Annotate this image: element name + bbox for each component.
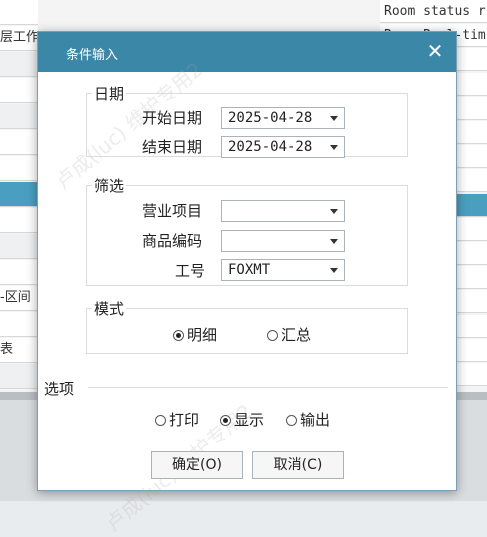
mode-group: [86, 308, 408, 354]
chevron-down-icon: [330, 209, 338, 214]
start-date-label: 开始日期: [142, 109, 203, 127]
radio-unselected-icon: [286, 415, 297, 426]
left-list-item[interactable]: 层工作: [0, 26, 38, 51]
left-list-item[interactable]: 表: [0, 338, 38, 363]
left-list-item[interactable]: [0, 78, 38, 103]
left-list-item[interactable]: [0, 0, 38, 25]
radio-unselected-icon: [155, 415, 166, 426]
business-item-select[interactable]: [221, 200, 345, 222]
filter-group-label: 筛选: [92, 175, 127, 196]
left-list-item[interactable]: [0, 130, 38, 155]
start-date-select[interactable]: 2025-04-28: [221, 107, 345, 129]
options-separator: [88, 387, 448, 388]
left-list-item[interactable]: [0, 208, 38, 233]
chevron-down-icon: [330, 268, 338, 273]
end-date-label: 结束日期: [142, 138, 203, 156]
product-code-select[interactable]: [221, 230, 345, 252]
left-list-item[interactable]: [0, 52, 38, 77]
options-label: 选项: [44, 378, 75, 399]
radio-unselected-icon: [267, 330, 278, 341]
staff-number-label: 工号: [175, 262, 206, 280]
end-date-value: 2025-04-28: [228, 139, 313, 155]
option-display-label: 显示: [234, 411, 265, 429]
mode-summary-label: 汇总: [281, 326, 312, 344]
left-list-item[interactable]: [0, 312, 38, 337]
staff-number-value: FOXMT: [228, 262, 271, 278]
left-list-item[interactable]: -区间: [0, 286, 38, 311]
dialog-title: 条件输入: [66, 48, 119, 63]
background-left-list: 层工作 -区间表: [0, 0, 38, 400]
left-list-item[interactable]: [0, 104, 38, 129]
close-icon[interactable]: ✕: [424, 40, 446, 62]
mode-group-label: 模式: [92, 298, 127, 319]
option-export-radio[interactable]: 输出: [286, 409, 330, 430]
report-list-item[interactable]: Room status r: [380, 0, 487, 23]
mode-detail-label: 明细: [187, 326, 218, 344]
chevron-down-icon: [330, 145, 338, 150]
left-list-item[interactable]: [0, 182, 38, 207]
option-export-label: 输出: [300, 411, 331, 429]
chevron-down-icon: [330, 116, 338, 121]
dialog-titlebar: 条件输入 ✕: [38, 32, 456, 72]
radio-selected-icon: [173, 330, 184, 341]
left-list-item[interactable]: [0, 260, 38, 285]
option-print-label: 打印: [169, 411, 200, 429]
staff-number-select[interactable]: FOXMT: [221, 259, 345, 281]
ok-button[interactable]: 确定(O): [151, 451, 243, 479]
option-print-radio[interactable]: 打印: [155, 409, 199, 430]
left-list-item[interactable]: [0, 156, 38, 181]
left-list-item[interactable]: [0, 364, 38, 389]
condition-input-dialog: 条件输入 ✕ 卢成(luc) 维护专用2 卢成(luc) 维护专用2 日期 开始…: [37, 31, 457, 536]
business-item-label: 营业项目: [142, 202, 203, 220]
chevron-down-icon: [330, 239, 338, 244]
mode-summary-radio[interactable]: 汇总: [267, 324, 311, 345]
mode-detail-radio[interactable]: 明细: [173, 324, 217, 345]
date-group-label: 日期: [92, 83, 127, 104]
product-code-label: 商品编码: [142, 232, 203, 250]
option-display-radio[interactable]: 显示: [220, 409, 264, 430]
start-date-value: 2025-04-28: [228, 110, 313, 126]
radio-selected-icon: [220, 415, 231, 426]
left-list-item[interactable]: [0, 234, 38, 259]
end-date-select[interactable]: 2025-04-28: [221, 136, 345, 158]
cancel-button[interactable]: 取消(C): [252, 451, 344, 479]
